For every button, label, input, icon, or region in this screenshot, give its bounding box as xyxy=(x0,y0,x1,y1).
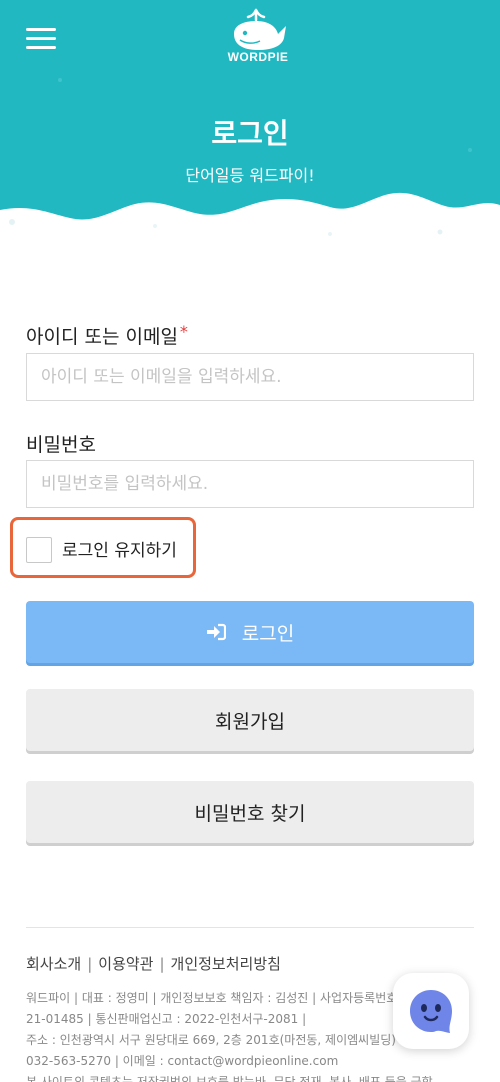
footer-link-company[interactable]: 회사소개 xyxy=(26,955,81,973)
signup-button-label: 회원가입 xyxy=(215,710,285,733)
footer-separator: | xyxy=(159,955,165,973)
password-input[interactable] xyxy=(26,460,474,508)
hamburger-icon-line xyxy=(26,46,56,49)
footer-info-line: 032-563-5270 | 이메일 : contact@wordpieonli… xyxy=(26,1054,339,1068)
login-button[interactable]: 로그인 xyxy=(26,601,474,663)
header: WORDPIE 로그인 단어일등 워드파이! xyxy=(0,0,500,240)
footer-links: 회사소개 | 이용약관 | 개인정보처리방침 xyxy=(26,953,281,974)
signup-button[interactable]: 회원가입 xyxy=(26,689,474,751)
id-input[interactable] xyxy=(26,353,474,401)
required-mark: * xyxy=(179,322,188,341)
sign-in-icon xyxy=(206,623,226,641)
keep-login-label[interactable]: 로그인 유지하기 xyxy=(62,536,177,561)
whale-logo-icon xyxy=(234,8,286,50)
chatbot-icon xyxy=(410,990,452,1033)
logo-text: WORDPIE xyxy=(227,50,289,64)
login-button-label: 로그인 xyxy=(241,622,295,645)
footer-separator: | xyxy=(87,955,93,973)
page-subtitle: 단어일등 워드파이! xyxy=(185,166,315,185)
logo[interactable]: WORDPIE xyxy=(226,8,290,68)
footer-link-privacy[interactable]: 개인정보처리방침 xyxy=(171,955,281,973)
id-label: 아이디 또는 이메일 * xyxy=(26,322,188,349)
footer-divider xyxy=(26,927,474,928)
hamburger-icon-line xyxy=(26,28,56,31)
find-password-button-label: 비밀번호 찾기 xyxy=(194,802,306,825)
footer-info-line: 본 사이트의 콘텐츠는 저작권법의 보호를 받는바, 무단 전재, 복사, 배포… xyxy=(26,1075,433,1082)
footer-link-terms[interactable]: 이용약관 xyxy=(98,955,153,973)
chatbot-button[interactable] xyxy=(393,973,469,1049)
password-label: 비밀번호 xyxy=(26,434,96,456)
keep-login-checkbox[interactable] xyxy=(26,537,52,563)
find-password-button[interactable]: 비밀번호 찾기 xyxy=(26,781,474,843)
id-label-text: 아이디 또는 이메일 xyxy=(26,326,178,348)
page-title: 로그인 xyxy=(211,117,289,150)
hamburger-icon-line xyxy=(26,37,56,40)
menu-button[interactable] xyxy=(26,26,56,50)
